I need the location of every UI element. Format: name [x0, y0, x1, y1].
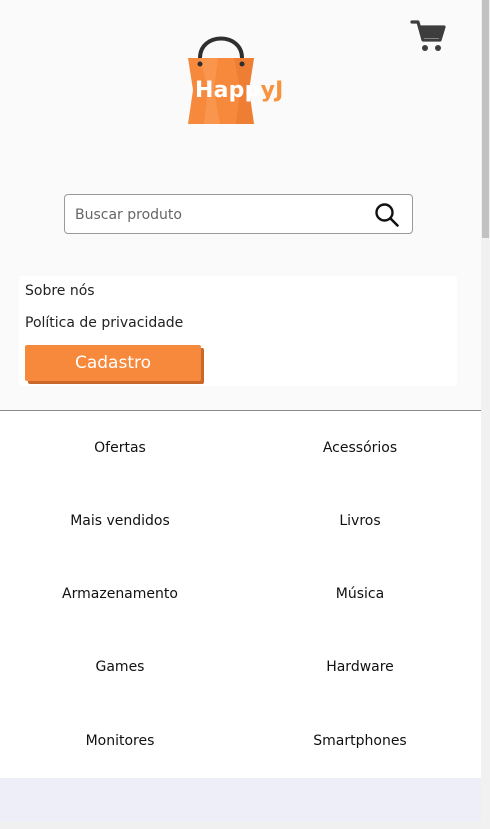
logo-text-main: Happ	[195, 78, 261, 103]
signup-button[interactable]: Cadastro	[25, 345, 201, 381]
logo-text: HappyJ	[195, 78, 284, 103]
category-acessorios[interactable]: Acessórios	[240, 440, 480, 456]
category-armazenamento[interactable]: Armazenamento	[0, 586, 240, 602]
category-grid: Ofertas Acessórios Mais vendidos Livros …	[0, 411, 481, 778]
logo[interactable]: HappyJ	[178, 34, 302, 130]
category-musica[interactable]: Música	[240, 586, 480, 602]
category-ofertas[interactable]: Ofertas	[0, 440, 240, 456]
search-icon[interactable]	[374, 202, 400, 228]
logo-text-accent: yJ	[260, 78, 284, 103]
header: HappyJ Sobre nós Política de privacidade…	[0, 0, 481, 411]
scrollbar-thumb[interactable]	[482, 0, 489, 238]
category-mais-vendidos[interactable]: Mais vendidos	[0, 513, 240, 529]
about-link[interactable]: Sobre nós	[25, 283, 95, 299]
category-smartphones[interactable]: Smartphones	[240, 733, 480, 749]
search-bar	[64, 194, 413, 235]
category-livros[interactable]: Livros	[240, 513, 480, 529]
shopping-cart-icon[interactable]	[410, 18, 448, 54]
page: HappyJ Sobre nós Política de privacidade…	[0, 0, 481, 829]
search-input[interactable]	[73, 195, 367, 235]
footer-band	[0, 778, 481, 822]
category-hardware[interactable]: Hardware	[240, 659, 480, 675]
privacy-link[interactable]: Política de privacidade	[25, 315, 183, 331]
bottom-strip	[0, 822, 481, 829]
category-games[interactable]: Games	[0, 659, 240, 675]
menu-card: Sobre nós Política de privacidade Cadast…	[19, 276, 457, 386]
category-monitores[interactable]: Monitores	[0, 733, 240, 749]
